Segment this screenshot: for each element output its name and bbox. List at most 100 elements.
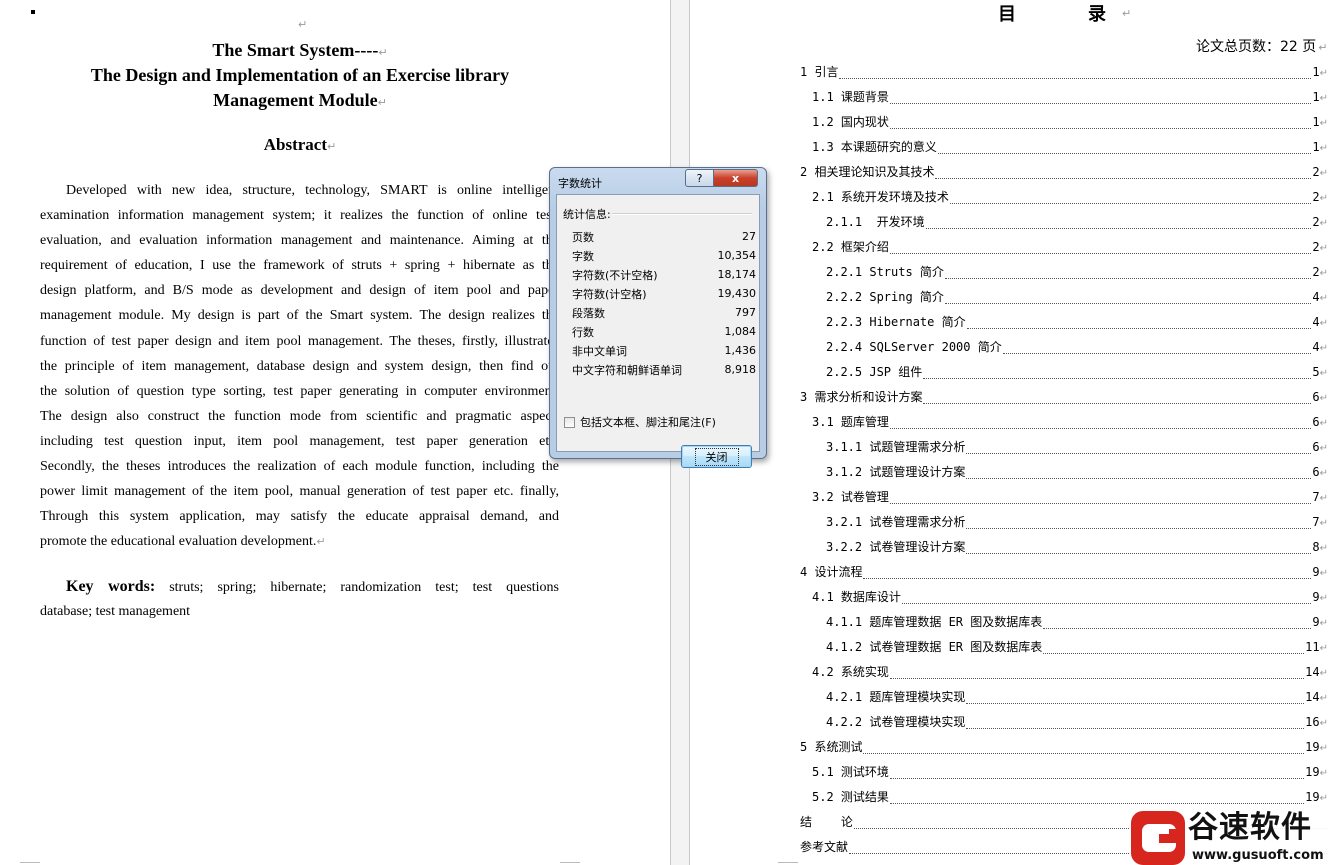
toc-entry[interactable]: 4.1.2 试卷管理数据 ER 图及数据库表 11↵ <box>800 634 1328 659</box>
abstract-line: function of test paper design and item p… <box>40 333 559 349</box>
english-title-line-3: Management Module↵ <box>213 90 387 110</box>
toc-entry-text: 3.1 题库管理 <box>812 415 889 429</box>
toc-entry[interactable]: 2.1.1 开发环境 2↵ <box>800 209 1328 234</box>
toc-entry-text: 4.2.2 试卷管理模块实现 <box>826 715 966 729</box>
paragraph-mark: ↵ <box>298 18 308 31</box>
toc-page-number: 19↵ <box>1305 789 1328 804</box>
toc-page-number: 9↵ <box>1312 614 1328 629</box>
toc-leader-dots <box>937 139 1312 154</box>
toc-entry[interactable]: 4.2 系统实现 14↵ <box>800 659 1328 684</box>
toc-entry-text: 4.2.1 题库管理模块实现 <box>826 690 966 704</box>
toc-entry[interactable]: 4.1 数据库设计 9↵ <box>800 584 1328 609</box>
toc-page-number: 9↵ <box>1312 564 1328 579</box>
abstract-heading: Abstract↵ <box>263 135 337 154</box>
toc-entry-text: 1.2 国内现状 <box>812 115 889 129</box>
toc-entry[interactable]: 3.1.1 试题管理需求分析 6↵ <box>800 434 1328 459</box>
toc-entry[interactable]: 1.3 本课题研究的意义 1↵ <box>800 134 1328 159</box>
toc-entry[interactable]: 1.2 国内现状 1↵ <box>800 109 1328 134</box>
abstract-line: management module. My design is part of … <box>40 308 559 324</box>
toc-entry[interactable]: 4 设计流程 9↵ <box>800 559 1328 584</box>
toc-page-number: 8↵ <box>1312 539 1328 554</box>
help-button[interactable]: ? <box>685 169 714 187</box>
toc-entry-text: 2 相关理论知识及其技术 <box>800 165 935 179</box>
toc-leader-dots <box>966 514 1312 529</box>
toc-entry[interactable]: 2.2 框架介绍 2↵ <box>800 234 1328 259</box>
toc-page-number: 6↵ <box>1312 414 1328 429</box>
stat-value: 1,436 <box>724 344 757 357</box>
toc-leader-dots <box>944 264 1312 279</box>
toc-page-number: 9↵ <box>1312 589 1328 604</box>
toc-entry[interactable]: 5 系统测试 19↵ <box>800 734 1328 759</box>
stat-row: 页数 27 <box>572 227 756 246</box>
toc-entry[interactable]: 3.1.2 试题管理设计方案 6↵ <box>800 459 1328 484</box>
toc-entry[interactable]: 2.2.5 JSP 组件 5↵ <box>800 359 1328 384</box>
page-corner-mark <box>778 862 798 863</box>
toc-entry-text: 结 论 <box>800 815 853 829</box>
abstract-line: Developed with new idea, structure, tech… <box>66 183 559 198</box>
toc-page-number: 2↵ <box>1312 164 1328 179</box>
toc-leader-dots <box>966 314 1312 329</box>
stat-label: 字数 <box>572 249 594 263</box>
toc-entry[interactable]: 2.2.4 SQLServer 2000 简介 4↵ <box>800 334 1328 359</box>
dialog-body: 统计信息: 页数 27 字数 10,354 字符数(不计空格) 18,174 字符数(计空格… <box>556 194 760 468</box>
abstract-line: promote the educational evaluation devel… <box>40 534 326 550</box>
close-button[interactable]: 关闭 <box>681 445 752 468</box>
stat-row: 字符数(不计空格) 18,174 <box>572 265 756 284</box>
toc-page-number: 7↵ <box>1312 489 1328 504</box>
toc-entry[interactable]: 3 需求分析和设计方案 6↵ <box>800 384 1328 409</box>
toc-page-number: 4↵ <box>1312 289 1328 304</box>
toc-entry[interactable]: 1.1 课题背景 1↵ <box>800 84 1328 109</box>
toc-leader-dots <box>839 64 1312 79</box>
toc-entry-text: 2.1.1 开发环境 <box>826 215 925 229</box>
toc-entry-text: 3.2 试卷管理 <box>812 490 889 504</box>
stat-row: 行数 1,084 <box>572 322 756 341</box>
toc-entry[interactable]: 4.2.1 题库管理模块实现 14↵ <box>800 684 1328 709</box>
page-corner-mark <box>560 862 580 863</box>
include-textbox-checkbox[interactable] <box>564 416 575 428</box>
keywords-paragraph: Key words: struts; spring; hibernate; ra… <box>40 574 559 624</box>
toc-page-number: 1↵ <box>1312 64 1328 79</box>
toc-entry[interactable]: 1 引言 1↵ <box>800 59 1328 84</box>
total-pages-label: 论文总页数：22 页 ↵ <box>1196 39 1328 55</box>
toc-entry-text: 5 系统测试 <box>800 740 863 754</box>
toc-page-number: 1↵ <box>1312 114 1328 129</box>
toc-entry-text: 4.2 系统实现 <box>812 665 889 679</box>
toc-entry[interactable]: 3.2 试卷管理 7↵ <box>800 484 1328 509</box>
toc-page-number: 4↵ <box>1312 339 1328 354</box>
toc-entry[interactable]: 2.2.2 Spring 简介 4↵ <box>800 284 1328 309</box>
stats-table: 页数 27 字数 10,354 字符数(不计空格) 18,174 字符数(计空格) 19,43… <box>572 227 756 379</box>
include-textbox-option[interactable]: 包括文本框、脚注和尾注(F) <box>564 414 716 430</box>
toc-entry[interactable]: 5.1 测试环境 19↵ <box>800 759 1328 784</box>
stat-label: 中文字符和朝鲜语单词 <box>572 363 682 377</box>
toc-leader-dots <box>944 289 1312 304</box>
table-of-contents: 1 引言 1↵ 1.1 课题背景 1↵ 1.2 国内现状 1↵ 1.3 本课题研究的意义 1↵… <box>800 59 1328 859</box>
abstract-line: Secondly, the theses introduces the real… <box>40 459 559 475</box>
toc-leader-dots <box>966 689 1305 704</box>
stat-label: 页数 <box>572 230 594 244</box>
keywords-label: Key words: <box>66 578 156 595</box>
toc-entry[interactable]: 4.2.2 试卷管理模块实现 16↵ <box>800 709 1328 734</box>
toc-entry-text: 3 需求分析和设计方案 <box>800 390 923 404</box>
toc-leader-dots <box>966 464 1312 479</box>
toc-leader-dots <box>889 239 1312 254</box>
abstract-body: Developed with new idea, structure, tech… <box>40 178 559 554</box>
toc-entry[interactable]: 2.1 系统开发环境及技术 2↵ <box>800 184 1328 209</box>
toc-entry[interactable]: 3.2.1 试卷管理需求分析 7↵ <box>800 509 1328 534</box>
toc-entry[interactable]: 2.2.1 Struts 简介 2↵ <box>800 259 1328 284</box>
toc-page-number: 19↵ <box>1305 764 1328 779</box>
toc-leader-dots <box>889 489 1312 504</box>
toc-entry[interactable]: 3.1 题库管理 6↵ <box>800 409 1328 434</box>
toc-entry-text: 2.2.1 Struts 简介 <box>826 265 944 279</box>
toc-entry[interactable]: 2.2.3 Hibernate 简介 4↵ <box>800 309 1328 334</box>
toc-entry[interactable]: 2 相关理论知识及其技术 2↵ <box>800 159 1328 184</box>
word-count-dialog: 字数统计 ? x 统计信息: 页数 27 字数 10,354 字符数(不计空格) 18,1… <box>549 167 767 468</box>
toc-entry[interactable]: 3.2.2 试卷管理设计方案 8↵ <box>800 534 1328 559</box>
stat-label: 字符数(计空格) <box>572 287 647 301</box>
toc-page-number: 6↵ <box>1312 439 1328 454</box>
toc-entry[interactable]: 4.1.1 题库管理数据 ER 图及数据库表 9↵ <box>800 609 1328 634</box>
toc-entry[interactable]: 5.2 测试结果 19↵ <box>800 784 1328 809</box>
close-x-icon[interactable]: x <box>713 169 758 187</box>
abstract-line: the principle of item management, databa… <box>40 358 559 374</box>
toc-entry-text: 2.2.3 Hibernate 简介 <box>826 315 966 329</box>
abstract-line: examination information management syste… <box>40 208 559 224</box>
